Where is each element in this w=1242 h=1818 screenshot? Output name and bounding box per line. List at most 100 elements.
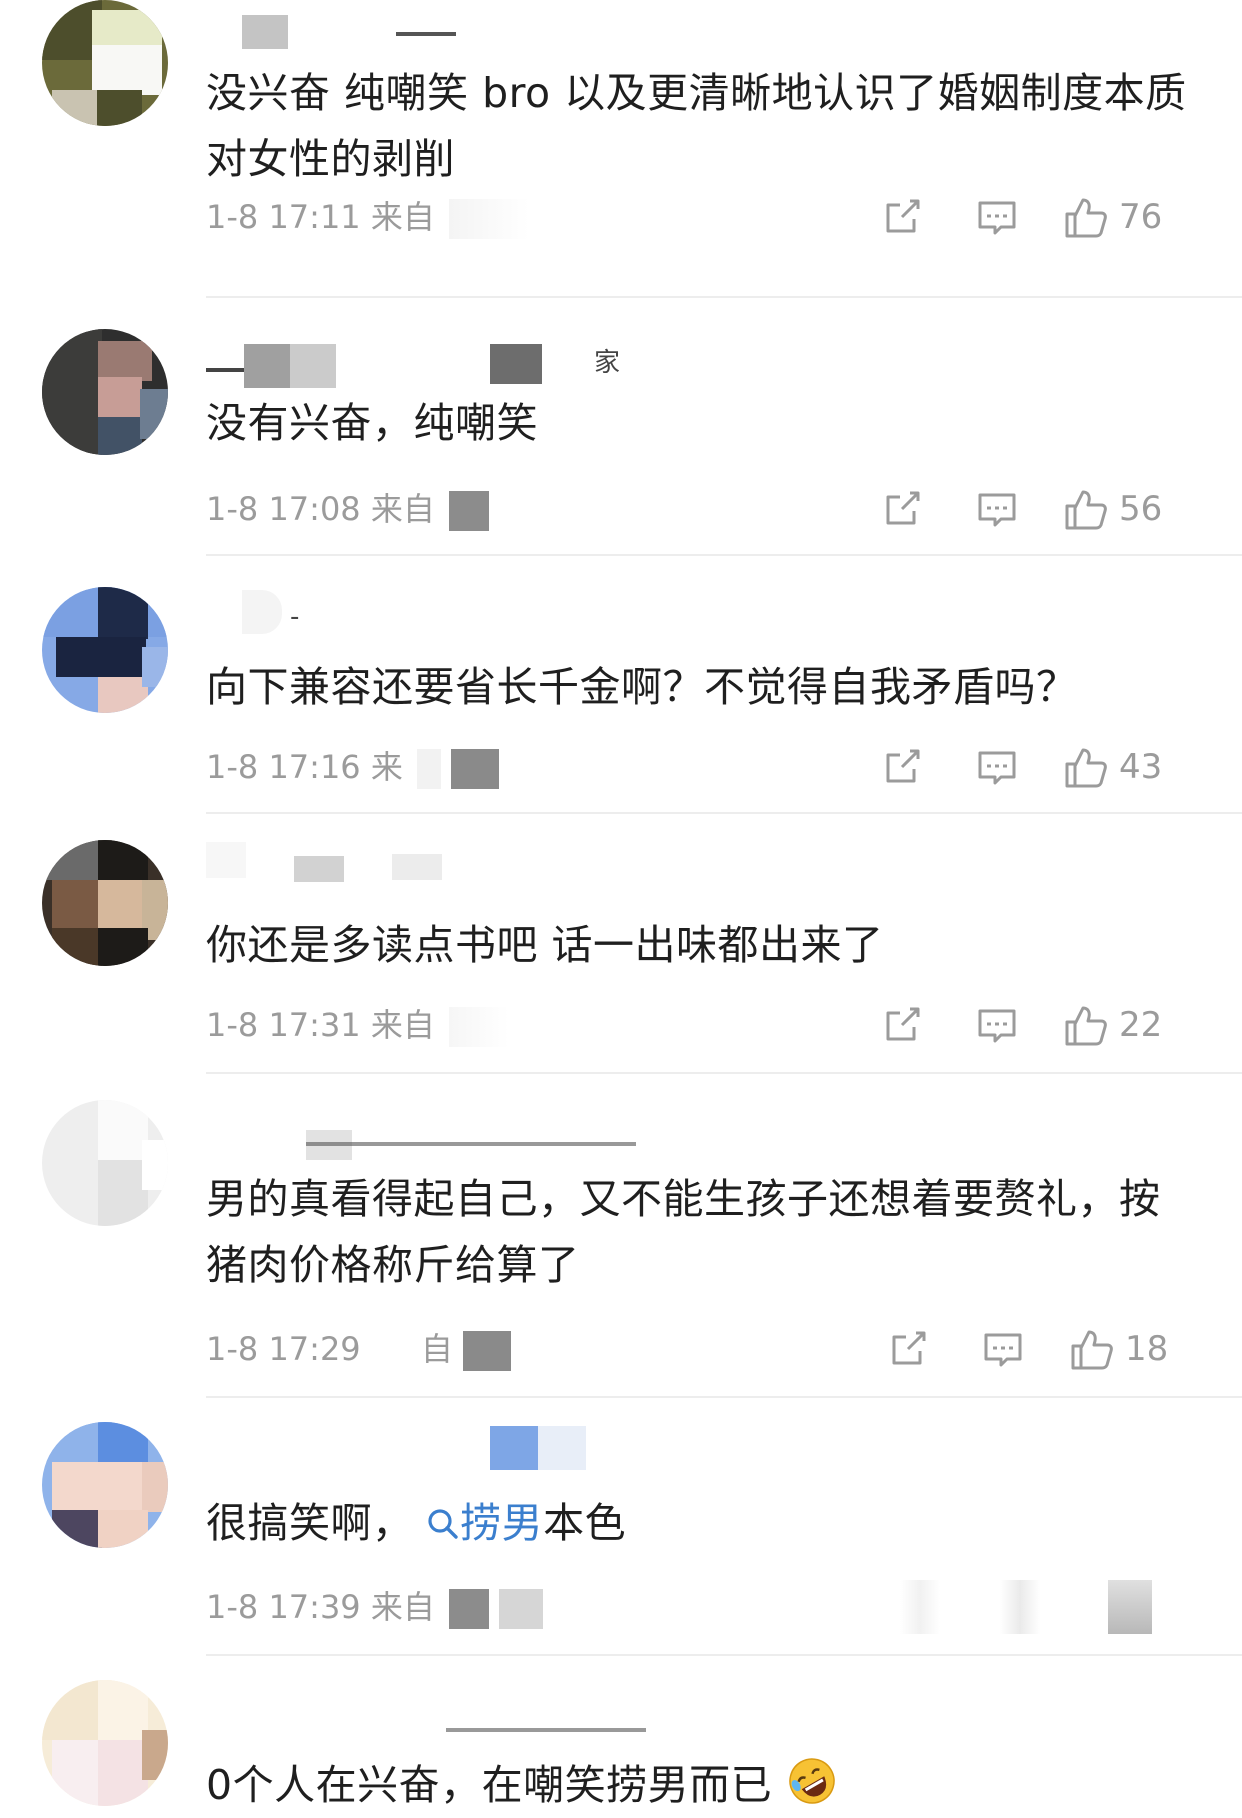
comment-button[interactable] xyxy=(981,1322,1025,1376)
share-icon xyxy=(886,749,920,783)
search-icon xyxy=(414,1502,461,1546)
thumbs-up-icon xyxy=(1065,748,1107,788)
comment-button[interactable] xyxy=(975,740,1019,794)
comment-source: 自 xyxy=(420,1330,453,1368)
avatar[interactable] xyxy=(42,1422,168,1548)
comment-icon xyxy=(978,751,1016,785)
share-icon xyxy=(892,1331,926,1365)
blurred-location xyxy=(449,1589,490,1629)
username[interactable] xyxy=(206,1710,666,1750)
comment-icon xyxy=(978,493,1016,527)
comment-icon xyxy=(984,1333,1022,1367)
share-icon xyxy=(886,199,920,233)
comment-text: 没兴奋 纯嘲笑 bro 以及更清晰地认识了婚姻制度本质对女性的剥削 xyxy=(206,69,1187,183)
divider xyxy=(206,1396,1242,1398)
blurred-location xyxy=(417,749,442,789)
comment-time: 1-8 17:29 xyxy=(206,1330,361,1368)
comment-meta: 1-8 17:16 来 xyxy=(206,742,500,789)
avatar[interactable] xyxy=(42,840,168,966)
comment-text-prefix: 很搞笑啊， xyxy=(206,1499,414,1547)
username[interactable]: 家 xyxy=(206,340,656,388)
like-count: 22 xyxy=(1119,1005,1163,1045)
thumbs-up-icon xyxy=(1065,490,1107,530)
thumbs-up-icon xyxy=(1065,198,1107,238)
comment-time: 1-8 17:08 xyxy=(206,490,361,528)
comment-icon xyxy=(978,201,1016,235)
comment-actions: 56 xyxy=(880,482,1210,536)
comment-meta: 1-8 17:08 来自 xyxy=(206,484,490,531)
comment-source: 来自 xyxy=(370,490,435,528)
comment-button[interactable] xyxy=(1000,1580,1040,1634)
avatar[interactable] xyxy=(42,587,168,713)
avatar[interactable] xyxy=(42,1680,168,1806)
comment-text: 你还是多读点书吧 话一出味都出来了 xyxy=(206,921,884,969)
share-button[interactable] xyxy=(886,1322,930,1376)
like-count: 56 xyxy=(1119,489,1163,529)
thumbs-up-icon xyxy=(1065,1006,1107,1046)
comment-button[interactable] xyxy=(975,190,1019,244)
like-button[interactable]: 56 xyxy=(1063,482,1162,536)
like-count: 43 xyxy=(1119,747,1163,787)
like-button[interactable]: 76 xyxy=(1063,190,1162,244)
like-button[interactable]: 22 xyxy=(1063,998,1162,1052)
comment-actions: 76 xyxy=(880,190,1210,244)
comment-source: 来自 xyxy=(370,1588,435,1626)
comment-time: 1-8 17:39 xyxy=(206,1588,361,1626)
comment-text-suffix: 本色 xyxy=(543,1499,627,1547)
username-fragment: 家 xyxy=(594,348,621,378)
like-button[interactable]: 43 xyxy=(1063,740,1162,794)
divider xyxy=(206,812,1242,814)
comment-actions-blurred xyxy=(880,1580,1210,1634)
rolling-on-floor-laughing-emoji xyxy=(788,1758,835,1804)
divider xyxy=(206,296,1242,298)
share-icon xyxy=(886,1007,920,1041)
like-button[interactable]: 18 xyxy=(1069,1322,1168,1376)
comment-time: 1-8 17:11 xyxy=(206,198,361,236)
share-button[interactable] xyxy=(880,998,924,1052)
comment-button[interactable] xyxy=(975,998,1019,1052)
avatar[interactable] xyxy=(42,329,168,455)
blurred-location xyxy=(449,1007,510,1047)
username[interactable] xyxy=(206,1120,666,1160)
thumbs-up-icon xyxy=(1071,1330,1113,1370)
comment-text-content: 0个人在兴奋，在嘲笑捞男而已 xyxy=(206,1761,773,1809)
comment-actions: 18 xyxy=(880,1322,1210,1376)
share-button[interactable] xyxy=(880,482,924,536)
comment-meta: 1-8 17:29 自 xyxy=(206,1324,512,1371)
like-count: 76 xyxy=(1119,197,1163,237)
comment-meta: 1-8 17:31 来自 xyxy=(206,1000,510,1047)
divider xyxy=(206,1072,1242,1074)
share-button[interactable] xyxy=(900,1580,940,1634)
username[interactable] xyxy=(206,10,506,50)
comment-text: 向下兼容还要省长千金啊？不觉得自我矛盾吗？ xyxy=(206,663,1078,711)
like-button[interactable] xyxy=(1108,1580,1152,1634)
comment-source: 来自 xyxy=(370,198,435,236)
username-fragment: - xyxy=(290,602,300,632)
avatar[interactable] xyxy=(42,1100,168,1226)
divider xyxy=(206,554,1242,556)
comment-button[interactable] xyxy=(975,482,1019,536)
comment-text: 没有兴奋，纯嘲笑 xyxy=(206,399,538,447)
share-button[interactable] xyxy=(880,740,924,794)
username[interactable] xyxy=(206,842,506,882)
comment-text: 0个人在兴奋，在嘲笑捞男而已 xyxy=(206,1752,1196,1818)
share-icon xyxy=(886,491,920,525)
comment-time: 1-8 17:16 xyxy=(206,748,361,786)
comment-text: 很搞笑啊， 捞男本色 xyxy=(206,1490,1196,1557)
comment-icon xyxy=(978,1009,1016,1043)
avatar[interactable] xyxy=(42,0,168,126)
blurred-location xyxy=(499,1589,544,1629)
divider xyxy=(206,1654,1242,1656)
comment-text: 男的真看得起自己，又不能生孩子还想着要赘礼，按猪肉价格称斤给算了 xyxy=(206,1175,1161,1289)
username[interactable]: - xyxy=(206,590,406,634)
share-button[interactable] xyxy=(880,190,924,244)
comment-time: 1-8 17:31 xyxy=(206,1006,361,1044)
like-count: 18 xyxy=(1125,1329,1169,1369)
comment-source: 来自 xyxy=(370,1006,435,1044)
topic-link[interactable]: 捞男 xyxy=(460,1499,543,1547)
username[interactable] xyxy=(206,1422,606,1470)
blurred-location xyxy=(449,491,490,531)
comment-actions: 43 xyxy=(880,740,1210,794)
comment-meta: 1-8 17:39 来自 xyxy=(206,1582,544,1629)
blurred-location xyxy=(463,1331,512,1371)
